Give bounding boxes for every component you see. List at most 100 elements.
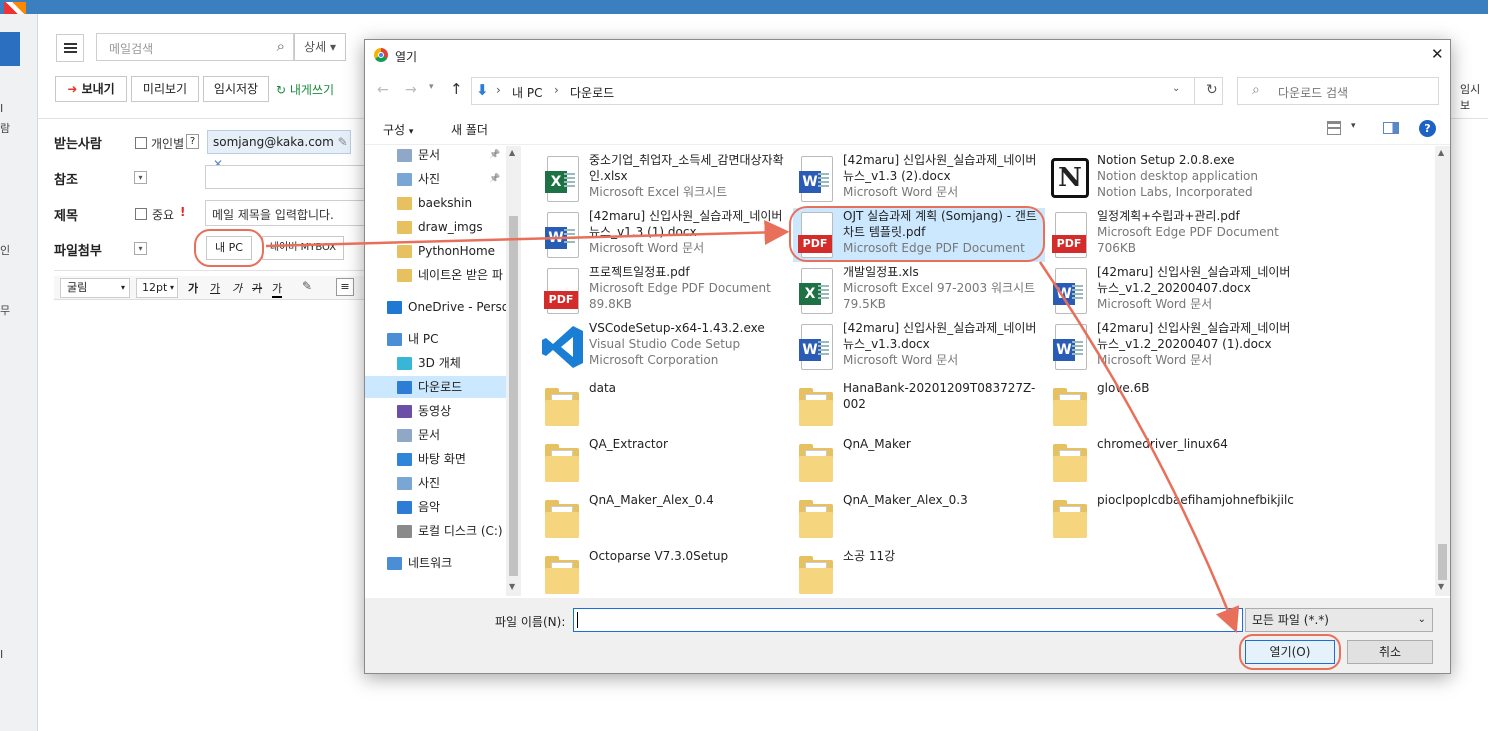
sidebar-active-block[interactable] <box>0 32 20 66</box>
nav-item[interactable]: 동영상 <box>365 400 506 422</box>
mail-search-box[interactable]: 메일검색 ⌕ <box>96 33 294 61</box>
highlight-icon[interactable]: ✎ <box>302 279 312 293</box>
font-select[interactable]: 굴림 ▾ <box>60 278 130 298</box>
address-bar[interactable]: ⬇ › 내 PC › 다운로드 ⌄ ↻ <box>471 77 1223 105</box>
nav-scrollbar[interactable]: ▲ ▼ <box>506 146 521 596</box>
file-item[interactable]: PDF 프로젝트일정표.pdf Microsoft Edge PDF Documen… <box>539 264 791 318</box>
nav-item[interactable]: 3D 개체 <box>365 352 506 374</box>
individual-checkbox[interactable] <box>135 137 147 149</box>
file-item[interactable]: 소공 11강 <box>793 544 1045 598</box>
menu-icon[interactable] <box>56 34 84 62</box>
nav-item[interactable]: 다운로드 <box>365 376 506 398</box>
strike-button[interactable]: 가 <box>252 280 262 296</box>
nav-item[interactable]: 음악 <box>365 496 506 518</box>
file-item[interactable]: W [42maru] 신입사원_실습과제_네이버뉴스_v1.3.docx Micro… <box>793 320 1045 374</box>
recent-chevron-icon[interactable]: ▾ <box>429 82 434 92</box>
nav-item[interactable]: 내 PC <box>365 328 506 350</box>
file-item[interactable]: W [42maru] 신입사원_실습과제_네이버뉴스_v1.2_20200407.… <box>1047 264 1299 318</box>
nav-item[interactable]: 네이트온 받은 파 <box>365 264 506 286</box>
mybox-button[interactable]: 네이버 MYBOX <box>262 236 344 260</box>
cc-dropdown-icon[interactable]: ▾ <box>134 171 147 184</box>
file-item[interactable]: HanaBank-20201209T083727Z-002 <box>793 376 1045 430</box>
file-item[interactable]: QA_Extractor <box>539 432 791 486</box>
nav-item[interactable]: 네트워크 <box>365 552 506 574</box>
file-item[interactable]: VSCodeSetup-x64-1.43.2.exe Visual Studio … <box>539 320 791 374</box>
preview-button[interactable]: 미리보기 <box>131 76 199 102</box>
file-item[interactable]: Octoparse V7.3.0Setup <box>539 544 791 598</box>
preview-pane-icon[interactable] <box>1383 122 1399 134</box>
file-item[interactable]: glove.6B <box>1047 376 1299 430</box>
back-arrow-icon[interactable]: ← <box>377 82 389 98</box>
file-item[interactable]: N Notion Setup 2.0.8.exe Notion desktop ap… <box>1047 152 1299 206</box>
underline-button[interactable]: 가 <box>210 280 220 296</box>
file-item[interactable]: W [42maru] 신입사원_실습과제_네이버뉴스_v1.3 (1).docx M… <box>539 208 791 262</box>
cc-input[interactable] <box>205 165 365 189</box>
refresh-icon[interactable]: ↻ <box>1206 82 1218 98</box>
file-item[interactable]: X 개발일정표.xls Microsoft Excel 97-2003 워크시트 79… <box>793 264 1045 318</box>
file-item[interactable]: PDF OJT 실습과제 계획 (Somjang) - 갠트 차트 템플릿.pdf… <box>793 208 1045 262</box>
important-checkbox[interactable] <box>135 208 147 220</box>
file-scrollbar[interactable]: ▲ ▼ <box>1435 146 1450 596</box>
address-dropdown-icon[interactable]: ⌄ <box>1172 83 1180 94</box>
file-item[interactable]: data <box>539 376 791 430</box>
bold-button[interactable]: 가 <box>188 280 198 296</box>
breadcrumb-downloads[interactable]: 다운로드 <box>570 84 614 101</box>
up-arrow-icon[interactable]: ↑ <box>450 80 463 98</box>
pin-icon[interactable]: 📌 <box>489 146 500 166</box>
file-item[interactable]: QnA_Maker_Alex_0.4 <box>539 488 791 542</box>
nav-item-label: PythonHome <box>418 244 496 258</box>
file-scroll-thumb[interactable] <box>1438 544 1447 580</box>
nav-item[interactable]: 바탕 화면 <box>365 448 506 470</box>
view-dropdown-icon[interactable]: ▾ <box>1351 121 1356 131</box>
nav-item[interactable]: 문서 📌 <box>365 146 506 166</box>
send-button[interactable]: ➜ 보내기 <box>55 76 127 102</box>
nav-item[interactable]: PythonHome <box>365 240 506 262</box>
open-button[interactable]: 열기(O) <box>1245 640 1335 664</box>
nav-item[interactable]: draw_imgs <box>365 216 506 238</box>
close-icon[interactable]: ✕ <box>1431 45 1444 63</box>
nav-item[interactable]: 사진 <box>365 472 506 494</box>
attach-dropdown-icon[interactable]: ▾ <box>134 242 147 255</box>
file-name: QnA_Maker_Alex_0.4 <box>589 492 787 508</box>
file-item[interactable]: chromedriver_linux64 <box>1047 432 1299 486</box>
subject-input[interactable]: 메일 제목을 입력합니다. <box>205 200 365 226</box>
pin-icon[interactable]: 📌 <box>489 168 500 190</box>
breadcrumb-sep-icon: › <box>554 83 559 97</box>
nav-item[interactable]: OneDrive - Persor <box>365 296 506 318</box>
new-folder-button[interactable]: 새 폴더 <box>451 121 488 138</box>
size-select[interactable]: 12pt ▾ <box>136 278 178 298</box>
nav-item[interactable]: 문서 <box>365 424 506 446</box>
file-item[interactable]: pioclpoplcdbaefihamjohnefbikjilc <box>1047 488 1299 542</box>
self-write-button[interactable]: ↻ 내게쓰기 <box>276 81 334 98</box>
detail-button[interactable]: 상세 ▾ <box>294 33 346 61</box>
search-icon[interactable]: ⌕ <box>277 37 285 55</box>
nav-item[interactable]: 로컬 디스크 (C:) <box>365 520 506 542</box>
help-icon[interactable]: ? <box>186 134 199 149</box>
filename-input[interactable] <box>573 608 1243 632</box>
file-item[interactable]: X 중소기업_취업자_소득세_감면대상자확인.xlsx Microsoft Exce… <box>539 152 791 206</box>
forward-arrow-icon[interactable]: → <box>405 82 417 98</box>
align-left-icon[interactable]: ≡ <box>336 278 354 296</box>
view-options-icon[interactable] <box>1327 121 1341 135</box>
font-color-button[interactable]: 가 <box>272 280 283 298</box>
save-draft-button[interactable]: 임시저장 <box>203 76 269 102</box>
file-item[interactable]: W [42maru] 신입사원_실습과제_네이버뉴스_v1.3 (2).docx M… <box>793 152 1045 206</box>
organize-button[interactable]: 구성 ▾ <box>383 121 413 138</box>
nav-item[interactable]: baekshin <box>365 192 506 214</box>
file-item[interactable]: QnA_Maker_Alex_0.3 <box>793 488 1045 542</box>
nav-item[interactable]: 사진 📌 <box>365 168 506 190</box>
folder-search-box[interactable]: ⌕ 다운로드 검색 <box>1237 77 1439 105</box>
help-icon[interactable]: ? <box>1419 120 1436 137</box>
breadcrumb-my-pc[interactable]: 내 PC <box>512 84 542 101</box>
file-type-select[interactable]: 모든 파일 (*.*) ⌄ <box>1245 608 1433 632</box>
file-item[interactable]: QnA_Maker <box>793 432 1045 486</box>
folder-icon <box>397 245 412 258</box>
file-item[interactable]: W [42maru] 신입사원_실습과제_네이버뉴스_v1.2_20200407 … <box>1047 320 1299 374</box>
cancel-button[interactable]: 취소 <box>1347 640 1433 664</box>
my-pc-button[interactable]: 내 PC <box>206 236 252 260</box>
file-item[interactable]: PDF 일정계획+수립과+관리.pdf Microsoft Edge PDF Doc… <box>1047 208 1299 262</box>
italic-button[interactable]: 가 <box>232 280 242 296</box>
nav-scroll-thumb[interactable] <box>509 216 518 576</box>
desktop-icon <box>397 453 412 466</box>
recipient-chip[interactable]: somjang@kaka.com ✎ ✕ <box>207 130 351 171</box>
